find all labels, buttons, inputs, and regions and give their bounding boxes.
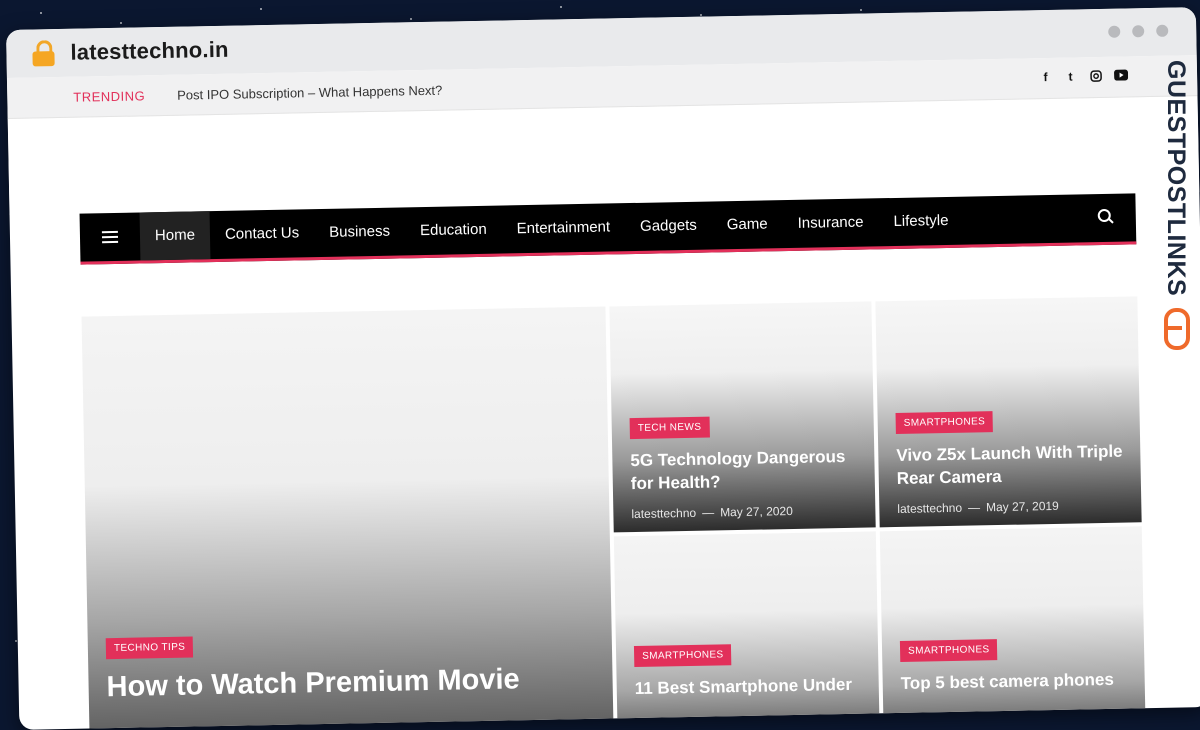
- search-icon[interactable]: [1097, 208, 1116, 227]
- nav-item-home[interactable]: Home: [139, 211, 211, 261]
- nav-item-business[interactable]: Business: [314, 207, 406, 257]
- category-badge[interactable]: SMARTPHONES: [633, 644, 732, 668]
- nav-item-education[interactable]: Education: [405, 206, 503, 256]
- post-title[interactable]: 11 Best Smartphone Under: [635, 673, 863, 700]
- post-author[interactable]: latesttechno: [897, 501, 962, 516]
- meta-separator: —: [701, 505, 715, 520]
- category-badge[interactable]: TECH NEWS: [629, 416, 710, 440]
- youtube-icon[interactable]: [1114, 69, 1129, 82]
- featured-posts-grid: TECHNO TIPS How to Watch Premium Movie T…: [81, 296, 1146, 730]
- watermark-text: GUESTPOSTLINKS: [1162, 60, 1190, 297]
- featured-post-card[interactable]: SMARTPHONES Vivo Z5x Launch With Triple …: [875, 296, 1142, 528]
- post-meta: latesttechno — May 27, 2019: [897, 498, 1125, 516]
- trending-label: TRENDING: [73, 87, 146, 105]
- meta-separator: —: [967, 500, 981, 515]
- featured-post-main[interactable]: TECHNO TIPS How to Watch Premium Movie: [81, 306, 614, 730]
- window-controls: [1108, 24, 1169, 38]
- category-badge[interactable]: TECHNO TIPS: [105, 636, 194, 660]
- post-meta: latesttechno — May 27, 2020: [631, 503, 859, 521]
- window-dot-icon[interactable]: [1156, 24, 1169, 37]
- post-date: May 27, 2020: [719, 503, 793, 520]
- window-dot-icon[interactable]: [1132, 25, 1145, 38]
- nav-item-insurance[interactable]: Insurance: [782, 198, 879, 248]
- instagram-icon[interactable]: [1089, 70, 1102, 83]
- post-title[interactable]: Vivo Z5x Launch With Triple Rear Camera: [896, 440, 1125, 490]
- featured-post-card[interactable]: SMARTPHONES 11 Best Smartphone Under: [613, 531, 880, 730]
- post-date: May 27, 2019: [985, 498, 1059, 515]
- nav-item-entertainment[interactable]: Entertainment: [501, 203, 625, 253]
- featured-post-card[interactable]: TECH NEWS 5G Technology Dangerous for He…: [609, 301, 876, 533]
- post-title[interactable]: How to Watch Premium Movie: [106, 660, 597, 705]
- post-title[interactable]: Top 5 best camera phones: [900, 668, 1128, 695]
- site-domain[interactable]: latesttechno.in: [70, 37, 229, 66]
- nav-item-lifestyle[interactable]: Lifestyle: [878, 197, 964, 247]
- trending-headline-link[interactable]: Post IPO Subscription – What Happens Nex…: [177, 82, 442, 102]
- category-badge[interactable]: SMARTPHONES: [895, 411, 994, 434]
- window-dot-icon[interactable]: [1108, 25, 1121, 38]
- chain-link-icon: [1164, 308, 1190, 350]
- social-links: f t: [1039, 69, 1129, 84]
- facebook-icon[interactable]: f: [1039, 70, 1052, 84]
- nav-item-game[interactable]: Game: [711, 200, 783, 249]
- featured-post-card[interactable]: SMARTPHONES Top 5 best camera phones: [879, 526, 1146, 726]
- post-author[interactable]: latesttechno: [631, 506, 696, 521]
- lock-icon: [32, 40, 55, 67]
- nav-item-contact-us[interactable]: Contact Us: [210, 209, 315, 259]
- category-badge[interactable]: SMARTPHONES: [899, 639, 998, 662]
- guestpostlinks-watermark: GUESTPOSTLINKS: [1160, 60, 1194, 360]
- post-title[interactable]: 5G Technology Dangerous for Health?: [630, 445, 859, 495]
- browser-window: latesttechno.in TRENDING Post IPO Subscr…: [6, 7, 1200, 730]
- menu-icon[interactable]: [80, 212, 141, 261]
- twitter-icon[interactable]: t: [1064, 70, 1077, 84]
- nav-item-gadgets[interactable]: Gadgets: [625, 201, 713, 251]
